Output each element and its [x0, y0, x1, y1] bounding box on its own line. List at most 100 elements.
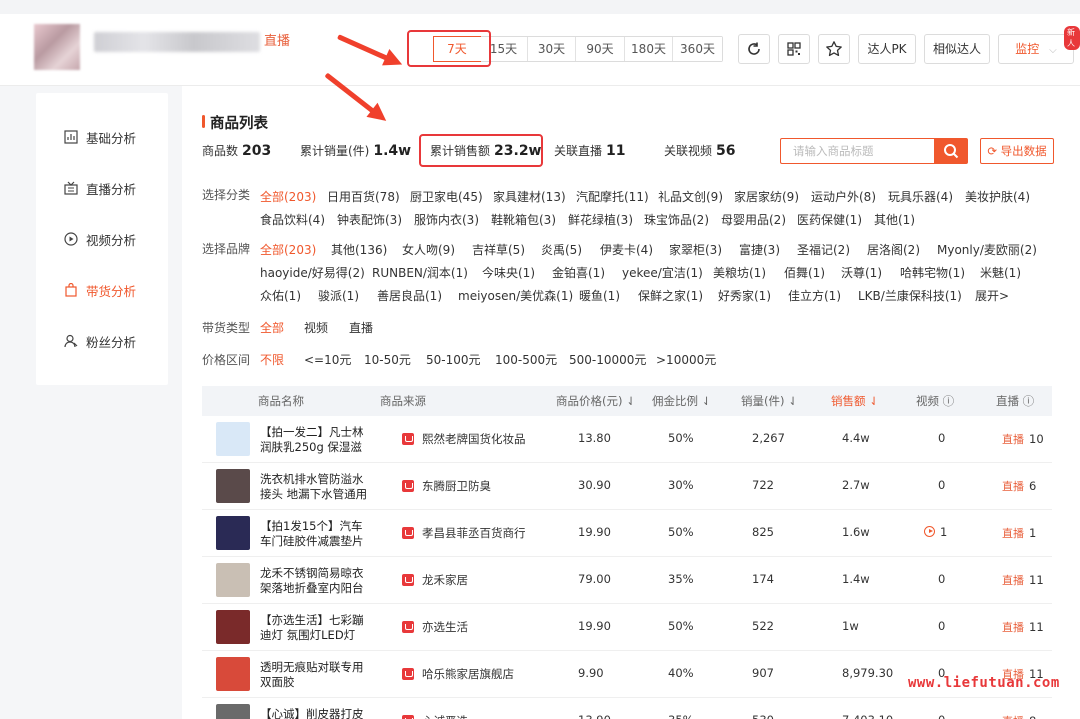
brand-chip[interactable]: 炎禹(5) [541, 241, 582, 258]
type-chip[interactable]: 全部 [260, 319, 284, 336]
product-source[interactable]: 亦选生活 [422, 619, 468, 635]
brand-chip[interactable]: 佳立方(1) [788, 287, 841, 304]
similar-influencer-button[interactable]: 相似达人 [924, 34, 990, 64]
product-name-link[interactable]: 龙禾不锈钢简易晾衣架落地折叠室内阳台晒... [260, 566, 372, 596]
refresh-button[interactable] [738, 34, 770, 64]
col-sales[interactable]: 销量(件) ⇃ [741, 386, 798, 416]
price-chip[interactable]: 50-100元 [426, 351, 481, 368]
brand-chip[interactable]: 佰舞(1) [784, 264, 825, 281]
brand-chip[interactable]: 保鲜之家(1) [638, 287, 703, 304]
type-chip[interactable]: 直播 [349, 319, 373, 336]
product-thumbnail[interactable] [216, 657, 250, 691]
brand-chip[interactable]: 善居良品(1) [377, 287, 442, 304]
brand-chip[interactable]: 众佑(1) [260, 287, 301, 304]
category-chip[interactable]: 钟表配饰(3) [337, 211, 402, 228]
brand-chip[interactable]: yekee/宜洁(1) [622, 264, 703, 281]
price-chip[interactable]: 不限 [260, 351, 284, 368]
period-30d-button[interactable]: 30天 [528, 37, 576, 61]
col-price[interactable]: 商品价格(元) ⇃ [556, 386, 636, 416]
category-chip[interactable]: 其他(1) [874, 211, 915, 228]
category-chip[interactable]: 运动户外(8) [811, 188, 876, 205]
video-count[interactable]: 1 [924, 525, 947, 539]
price-chip[interactable]: 100-500元 [495, 351, 557, 368]
brand-chip[interactable]: 全部(203) [260, 241, 316, 258]
live-count[interactable]: 直播 11 [1002, 572, 1044, 588]
live-count[interactable]: 直播 1 [1002, 525, 1036, 541]
table-row[interactable]: 【拍一发二】凡士林润肤乳250g 保湿滋润... 熙然老牌国货化妆品 13.80 50… [202, 416, 1052, 463]
brand-chip[interactable]: 米魅(1) [980, 264, 1021, 281]
brand-chip[interactable]: 女人吻(9) [402, 241, 455, 258]
category-chip[interactable]: 美妆护肤(4) [965, 188, 1030, 205]
period-90d-button[interactable]: 90天 [576, 37, 625, 61]
col-commission[interactable]: 佣金比例 ⇃ [652, 386, 711, 416]
brand-chip[interactable]: 哈韩宅物(1) [900, 264, 965, 281]
brand-chip[interactable]: 吉祥草(5) [472, 241, 525, 258]
product-name-link[interactable]: 透明无痕贴对联专用双面胶 [260, 660, 372, 690]
product-source[interactable]: 龙禾家居 [422, 572, 468, 588]
brand-chip[interactable]: 伊麦卡(4) [600, 241, 653, 258]
period-360d-button[interactable]: 360天 [673, 37, 722, 61]
pk-button[interactable]: 达人PK [858, 34, 916, 64]
brand-chip[interactable]: 居洛阁(2) [867, 241, 920, 258]
category-chip[interactable]: 珠宝饰品(2) [644, 211, 709, 228]
brand-chip[interactable]: 好秀家(1) [718, 287, 771, 304]
category-chip[interactable]: 全部(203) [260, 188, 316, 205]
avatar[interactable] [34, 24, 80, 70]
category-chip[interactable]: 日用百货(78) [327, 188, 400, 205]
product-name-link[interactable]: 【亦选生活】七彩蹦迪灯 氛围灯LED灯 [260, 613, 372, 643]
category-chip[interactable]: 食品饮料(4) [260, 211, 325, 228]
brand-chip[interactable]: Myonly/麦欧丽(2) [937, 241, 1037, 258]
product-source[interactable]: 熙然老牌国货化妆品 [422, 431, 526, 447]
col-revenue[interactable]: 销售额 ⇃ [831, 386, 879, 416]
live-count[interactable]: 直播 10 [1002, 431, 1044, 447]
table-row[interactable]: 洗衣机排水管防溢水接头 地漏下水管通用 ... 东腾厨卫防臭 30.90 30% 722… [202, 463, 1052, 510]
brand-chip[interactable]: 今味央(1) [482, 264, 535, 281]
type-chip[interactable]: 视频 [304, 319, 328, 336]
brand-chip[interactable]: LKB/兰康保科技(1) [858, 287, 962, 304]
price-chip[interactable]: >10000元 [656, 351, 716, 368]
category-chip[interactable]: 家居家纺(9) [734, 188, 799, 205]
table-row[interactable]: 【亦选生活】七彩蹦迪灯 氛围灯LED灯 亦选生活 19.90 50% 522 1w 0 直播 1… [202, 604, 1052, 651]
brand-chip[interactable]: 暖鱼(1) [579, 287, 620, 304]
product-thumbnail[interactable] [216, 563, 250, 597]
product-name-link[interactable]: 【拍一发二】凡士林润肤乳250g 保湿滋润... [260, 425, 372, 455]
table-row[interactable]: 【心诚】削皮器打皮器心诚严选 13.90 35% 530 7,403.10 0 直播 8 [202, 698, 1052, 719]
price-chip[interactable]: 500-10000元 [569, 351, 646, 368]
category-chip[interactable]: 厨卫家电(45) [410, 188, 483, 205]
product-source[interactable]: 心诚严选 [422, 713, 468, 719]
sidebar-item-goods[interactable]: 带货分析 [64, 280, 136, 300]
product-thumbnail[interactable] [216, 516, 250, 550]
product-name-link[interactable]: 【心诚】削皮器打皮器 [260, 707, 372, 719]
live-count[interactable]: 直播 11 [1002, 619, 1044, 635]
brand-chip[interactable]: 美粮坊(1) [713, 264, 766, 281]
expand-brands-link[interactable]: 展开> [975, 287, 1009, 304]
product-thumbnail[interactable] [216, 704, 250, 719]
brand-chip[interactable]: 骏派(1) [318, 287, 359, 304]
product-thumbnail[interactable] [216, 422, 250, 456]
price-chip[interactable]: 10-50元 [364, 351, 411, 368]
brand-chip[interactable]: RUNBEN/润本(1) [372, 264, 468, 281]
sidebar-item-live[interactable]: 直播分析 [64, 178, 136, 198]
product-thumbnail[interactable] [216, 469, 250, 503]
brand-chip[interactable]: 沃尊(1) [841, 264, 882, 281]
table-row[interactable]: 【拍1发15个】汽车车门硅胶件减震垫片 孝昌县菲丞百货商行 19.90 50% 825 1… [202, 510, 1052, 557]
sidebar-item-basic[interactable]: 基础分析 [64, 127, 136, 147]
favorite-button[interactable] [818, 34, 850, 64]
brand-chip[interactable]: haoyide/好易得(2) [260, 264, 365, 281]
product-source[interactable]: 东腾厨卫防臭 [422, 478, 491, 494]
brand-chip[interactable]: meiyosen/美优森(1) [458, 287, 573, 304]
product-source[interactable]: 哈乐熊家居旗舰店 [422, 666, 514, 682]
category-chip[interactable]: 礼品文创(9) [658, 188, 723, 205]
category-chip[interactable]: 医药保健(1) [797, 211, 862, 228]
brand-chip[interactable]: 其他(136) [331, 241, 387, 258]
live-count[interactable]: 直播 6 [1002, 478, 1036, 494]
sidebar-item-video[interactable]: 视频分析 [64, 229, 136, 249]
brand-chip[interactable]: 圣福记(2) [797, 241, 850, 258]
search-input[interactable]: 请输入商品标题 [780, 138, 936, 164]
period-180d-button[interactable]: 180天 [625, 37, 673, 61]
table-row[interactable]: 龙禾不锈钢简易晾衣架落地折叠室内阳台晒... 龙禾家居 79.00 35% 174 1.4… [202, 557, 1052, 604]
category-chip[interactable]: 玩具乐器(4) [888, 188, 953, 205]
product-name-link[interactable]: 【拍1发15个】汽车车门硅胶件减震垫片 [260, 519, 372, 549]
brand-chip[interactable]: 金铂喜(1) [552, 264, 605, 281]
sidebar-item-fans[interactable]: 粉丝分析 [64, 331, 136, 351]
